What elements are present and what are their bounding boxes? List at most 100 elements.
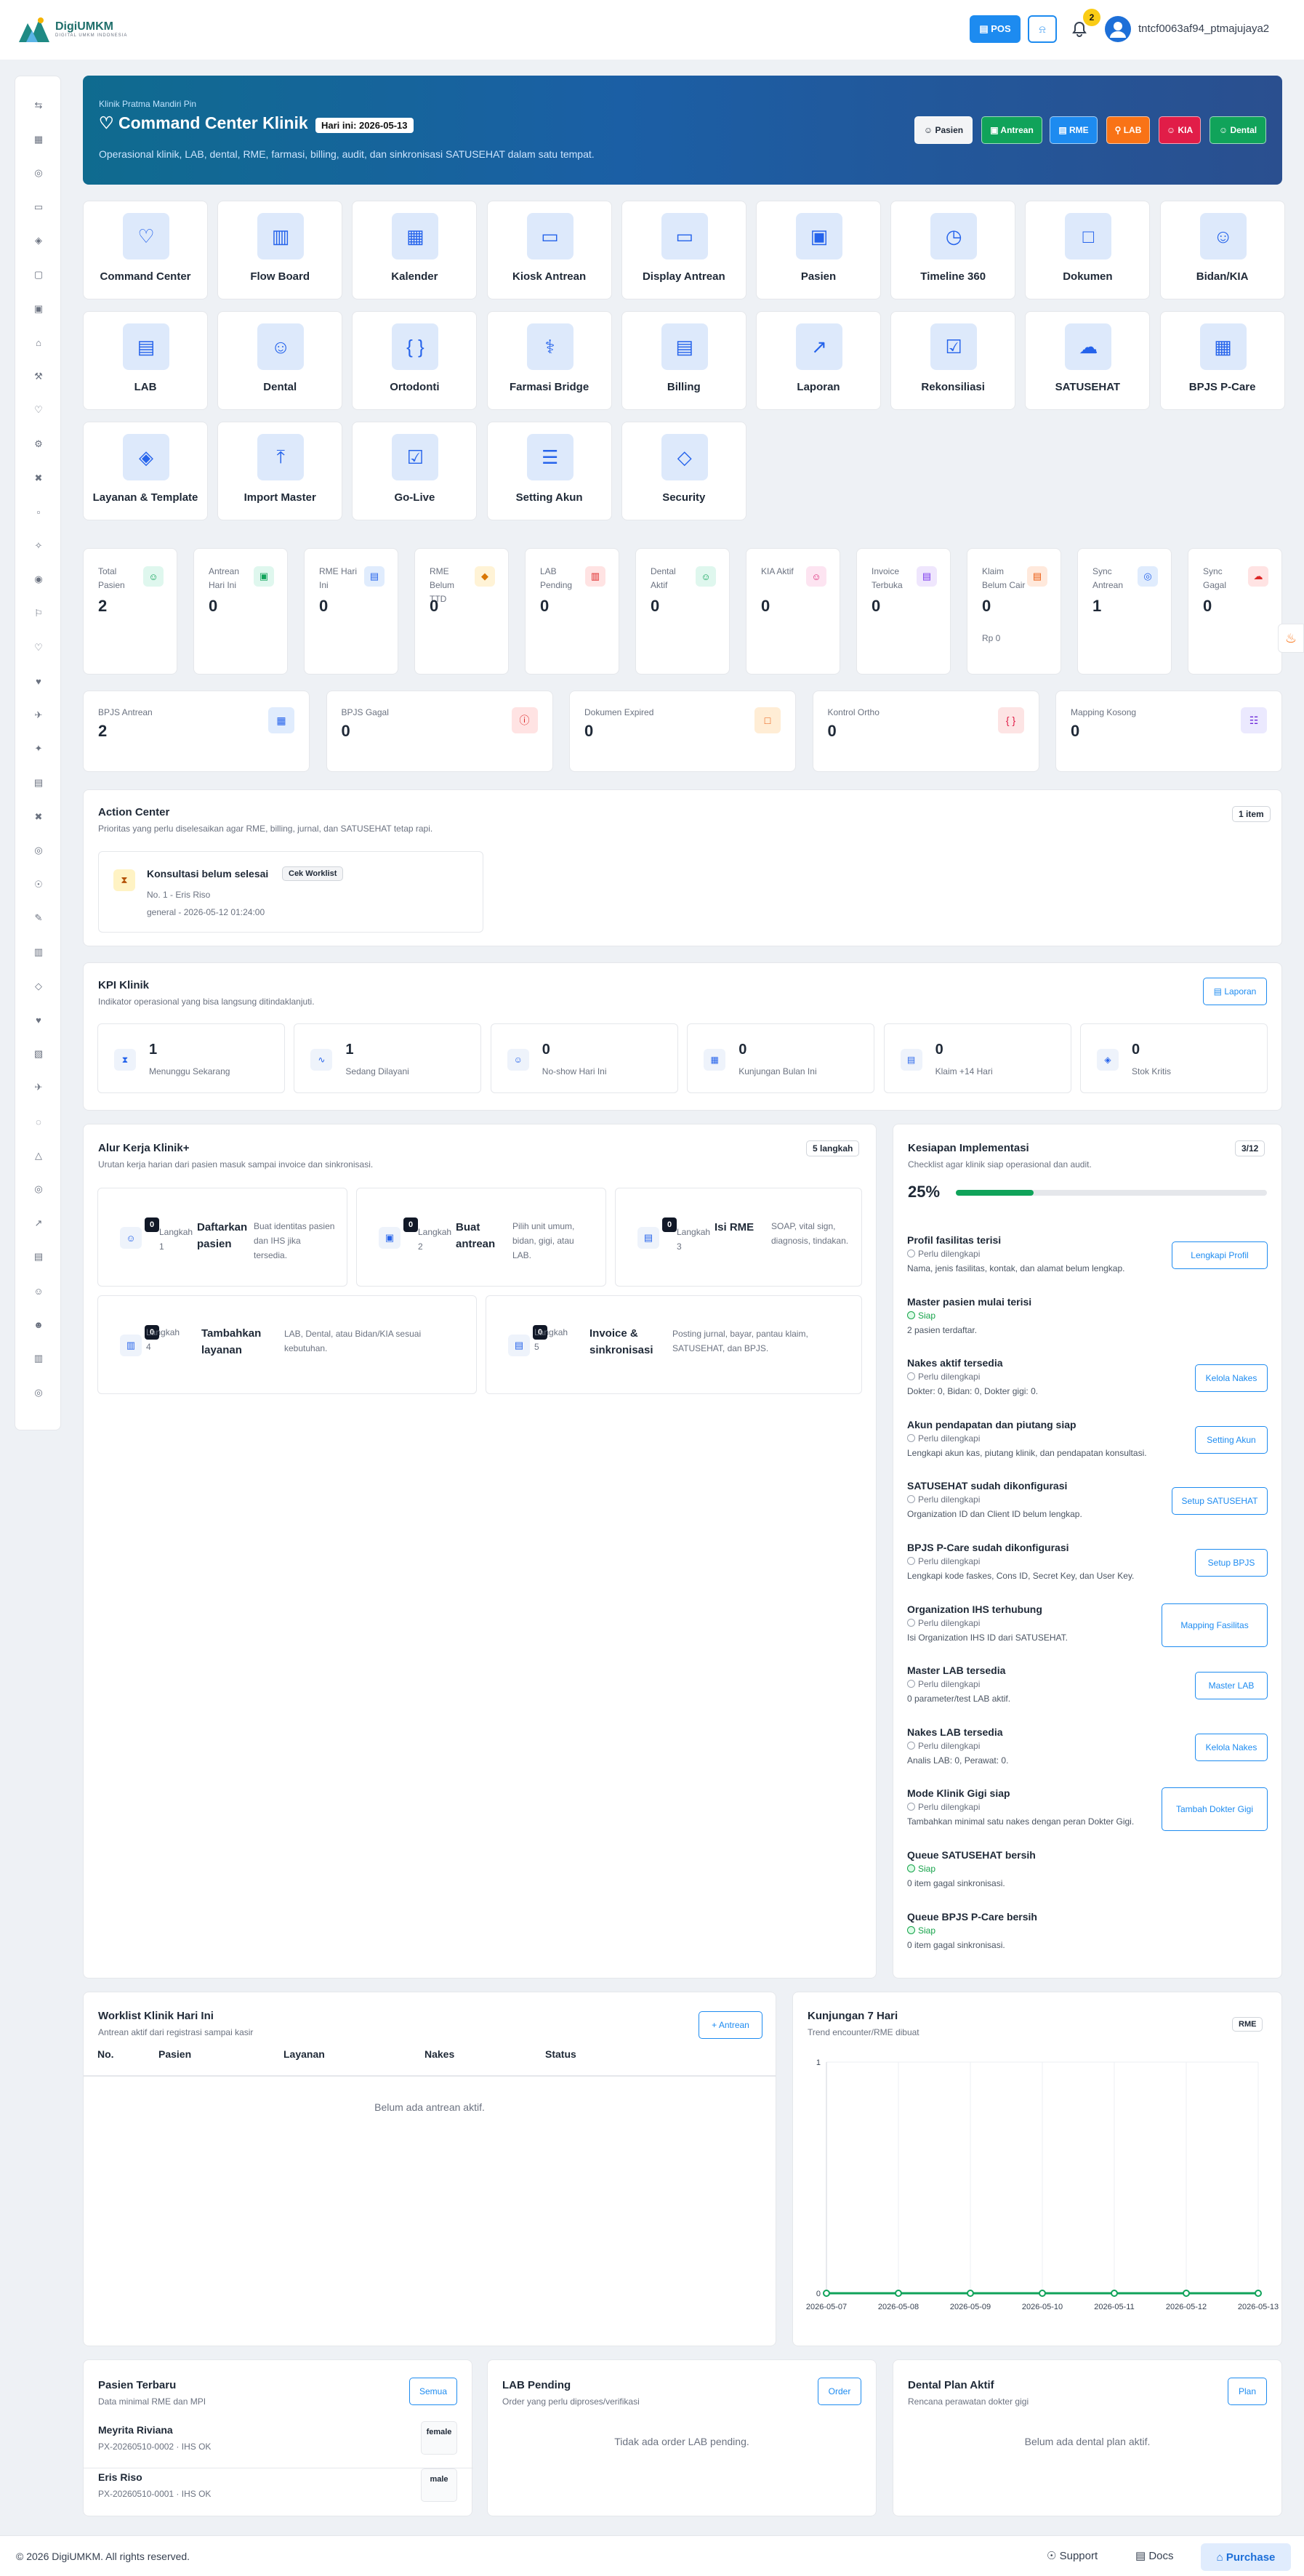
tile-rekonsiliasi[interactable]: ☑ Rekonsiliasi <box>890 311 1016 410</box>
tile-kiosk-antrean[interactable]: ▭ Kiosk Antrean <box>486 201 612 299</box>
check-action-button[interactable]: Kelola Nakes <box>1195 1364 1268 1393</box>
check-action-button[interactable]: Setting Akun <box>1195 1425 1268 1454</box>
check-action-button[interactable]: Setup SATUSEHAT <box>1172 1487 1268 1516</box>
check-worklist-button[interactable]: Cek Worklist <box>282 866 344 881</box>
tile-layanan-template[interactable]: ◈ Layanan & Template <box>83 422 208 520</box>
sidebar-nav-icon[interactable]: ◎ <box>31 843 46 858</box>
tile-farmasi-bridge[interactable]: ⚕ Farmasi Bridge <box>486 311 612 410</box>
tile-laporan[interactable]: ↗ Laporan <box>756 311 881 410</box>
patient-row[interactable]: Meyrita Riviana PX-20260510-0002 · IHS OK… <box>84 2421 473 2468</box>
lab-order-button[interactable]: Order <box>818 2378 861 2405</box>
tile-lab[interactable]: ▤ LAB <box>83 311 208 410</box>
avatar[interactable] <box>1105 16 1131 42</box>
dental-plan-button[interactable]: Plan <box>1228 2378 1267 2405</box>
sidebar-nav-icon[interactable]: ✧ <box>31 539 46 553</box>
sidebar-nav-icon[interactable]: ✎ <box>31 911 46 925</box>
workflow-step[interactable]: ▣ 0 Langkah 2 Buat antrean Pilih unit umum, … <box>356 1188 606 1287</box>
check-action-button[interactable]: Kelola Nakes <box>1195 1733 1268 1761</box>
workflow-step[interactable]: ▤ 0 Langkah 3 Isi RME SOAP, vital sign, diag… <box>615 1188 862 1287</box>
sidebar-nav-icon[interactable]: ♡ <box>31 640 46 655</box>
tile-security[interactable]: ◇ Security <box>621 422 746 520</box>
tile-timeline-360[interactable]: ◷ Timeline 360 <box>890 201 1016 299</box>
sidebar-nav-icon[interactable]: ▥ <box>31 1351 46 1366</box>
add-queue-button[interactable]: + Antrean <box>699 2011 762 2039</box>
hero-button-5[interactable]: ☺ Dental <box>1210 116 1266 144</box>
workflow-step[interactable]: ▤ 0 Langkah 5 Invoice & sinkronisasi Posting… <box>486 1295 862 1394</box>
check-action-button[interactable]: Tambah Dokter Gigi <box>1162 1787 1268 1832</box>
pos-button[interactable]: ▤ POS <box>970 15 1021 43</box>
check-action-button[interactable]: Mapping Fasilitas <box>1162 1603 1268 1647</box>
check-action-button[interactable]: Master LAB <box>1195 1672 1268 1700</box>
sidebar-nav-icon[interactable]: ◎ <box>31 166 46 180</box>
sidebar-nav-icon[interactable]: ☻ <box>31 1318 46 1332</box>
logo[interactable]: DigiUMKM DIGITAL UMKM INDONESIA <box>16 13 127 45</box>
sidebar-nav-icon[interactable]: ⌂ <box>31 335 46 350</box>
sidebar-nav-icon[interactable]: ♥ <box>31 674 46 688</box>
check-action-button[interactable]: Setup BPJS <box>1195 1549 1268 1577</box>
sidebar-nav-icon[interactable]: ▧ <box>31 1047 46 1061</box>
sidebar-nav-icon[interactable]: ▫ <box>31 504 46 519</box>
sidebar-nav-icon[interactable]: ▤ <box>31 1249 46 1264</box>
patient-row[interactable]: Eris Riso PX-20260510-0001 · IHS OK male <box>84 2468 473 2514</box>
sidebar-nav-icon[interactable]: ☉ <box>31 877 46 892</box>
sidebar-nav-icon[interactable]: ✈ <box>31 1080 46 1095</box>
tile-billing[interactable]: ▤ Billing <box>621 311 746 410</box>
sidebar-nav-icon[interactable]: ▦ <box>31 132 46 147</box>
tile-satusehat[interactable]: ☁ SATUSEHAT <box>1025 311 1151 410</box>
tile-import-master[interactable]: ⤒ Import Master <box>217 422 343 520</box>
tile-dental[interactable]: ☺ Dental <box>217 311 343 410</box>
sidebar-nav-icon[interactable]: ⚙ <box>31 437 46 451</box>
hero-button-2[interactable]: ▤ RME <box>1050 116 1098 144</box>
sidebar-nav-icon[interactable]: ✖ <box>31 471 46 486</box>
sidebar-nav-icon[interactable]: ⚐ <box>31 606 46 621</box>
sidebar-nav-icon[interactable]: ▥ <box>31 945 46 959</box>
workflow-step[interactable]: ☺ 0 Langkah 1 Daftarkan pasien Buat identita… <box>97 1188 347 1287</box>
sidebar-nav-icon[interactable]: ♡ <box>31 403 46 417</box>
sidebar-nav-icon[interactable]: ▤ <box>31 776 46 790</box>
fire-icon[interactable]: ♨ <box>1278 624 1304 653</box>
sidebar-nav-icon[interactable]: ⇆ <box>31 98 46 113</box>
sidebar-nav-icon[interactable]: ☺ <box>31 1284 46 1298</box>
report-button[interactable]: ▤ Laporan <box>1203 978 1267 1005</box>
tile-ortodonti[interactable]: { } Ortodonti <box>352 311 478 410</box>
check-action-button[interactable]: Lengkapi Profil <box>1172 1241 1268 1269</box>
sidebar-nav-icon[interactable]: ◎ <box>31 1385 46 1400</box>
tile-bidan-kia[interactable]: ☺ Bidan/KIA <box>1159 201 1285 299</box>
tile-command-center[interactable]: ♡ Command Center <box>83 201 208 299</box>
sidebar-nav-icon[interactable]: ◇ <box>31 979 46 994</box>
sidebar-nav-icon[interactable]: ▭ <box>31 200 46 214</box>
sidebar-nav-icon[interactable]: ✖ <box>31 810 46 824</box>
user-name[interactable]: tntcf0063af94_ptmajujaya2 <box>1138 23 1269 35</box>
support-link[interactable]: ☉ Support <box>1047 2549 1098 2562</box>
sidebar-nav-icon[interactable]: ↗ <box>31 1216 46 1231</box>
all-patients-button[interactable]: Semua <box>409 2378 457 2405</box>
sidebar-nav-icon[interactable]: ✈ <box>31 708 46 723</box>
tile-flow-board[interactable]: ▥ Flow Board <box>217 201 343 299</box>
tile-go-live[interactable]: ☑ Go-Live <box>352 422 478 520</box>
tile-kalender[interactable]: ▦ Kalender <box>352 201 478 299</box>
tile-display-antrean[interactable]: ▭ Display Antrean <box>621 201 746 299</box>
sidebar-nav-icon[interactable]: ◉ <box>31 572 46 587</box>
sidebar-nav-icon[interactable]: ◎ <box>31 1182 46 1196</box>
sidebar-nav-icon[interactable]: ◌ <box>31 1114 46 1129</box>
tile-bpjs-p-care[interactable]: ▦ BPJS P-Care <box>1159 311 1285 410</box>
tile-setting-akun[interactable]: ☰ Setting Akun <box>486 422 612 520</box>
hero-button-4[interactable]: ☺ KIA <box>1159 116 1201 144</box>
sidebar-nav-icon[interactable]: ⚒ <box>31 369 46 384</box>
hero-button-1[interactable]: ▣ Antrean <box>981 116 1042 144</box>
sidebar-nav-icon[interactable]: ▢ <box>31 267 46 282</box>
bell-outline-icon[interactable]: ⍾ <box>1028 15 1057 43</box>
sidebar-nav-icon[interactable]: ◈ <box>31 233 46 248</box>
sidebar-nav-icon[interactable]: ✦ <box>31 741 46 756</box>
tile-pasien[interactable]: ▣ Pasien <box>756 201 881 299</box>
workflow-step[interactable]: ▥ 0 Langkah 4 Tambahkan layanan LAB, Dental,… <box>97 1295 477 1394</box>
action-item[interactable]: ⧗ Konsultasi belum selesai Cek Worklist … <box>98 851 483 933</box>
hero-button-0[interactable]: ☺ Pasien <box>914 116 973 144</box>
tile-dokumen[interactable]: □ Dokumen <box>1025 201 1151 299</box>
sidebar-nav-icon[interactable]: △ <box>31 1148 46 1163</box>
sidebar-nav-icon[interactable]: ♥ <box>31 1013 46 1027</box>
sidebar-nav-icon[interactable]: ▣ <box>31 302 46 316</box>
purchase-link[interactable]: ⌂ Purchase <box>1201 2543 1291 2571</box>
docs-link[interactable]: ▤ Docs <box>1135 2549 1174 2562</box>
hero-button-3[interactable]: ⚲ LAB <box>1106 116 1150 144</box>
